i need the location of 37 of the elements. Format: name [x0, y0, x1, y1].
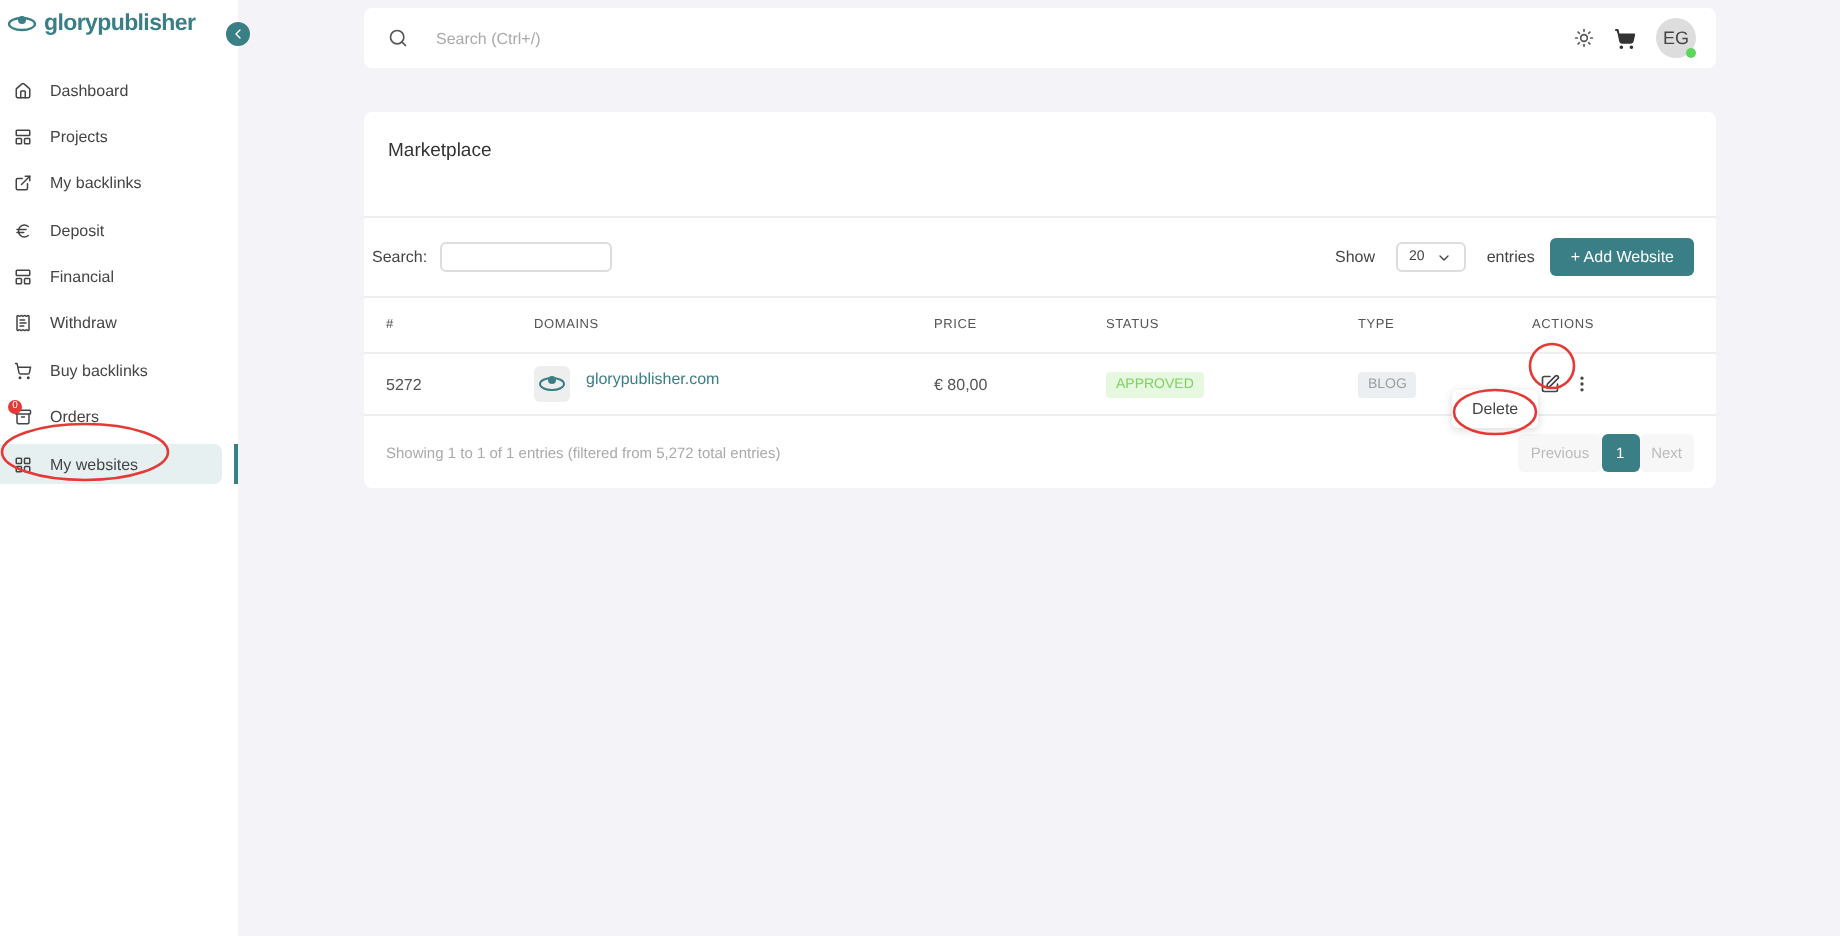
- card-title: Marketplace: [364, 112, 1716, 218]
- layout-icon: [14, 127, 34, 146]
- sidebar-item[interactable]: My websites: [0, 444, 222, 485]
- add-website-button[interactable]: + Add Website: [1550, 238, 1694, 276]
- chevron-left-icon: [230, 26, 246, 42]
- entries-label: entries: [1486, 248, 1535, 266]
- brand-name: glorypublisher: [44, 12, 196, 36]
- grid-icon: [14, 455, 34, 474]
- sidebar-item[interactable]: Projects: [0, 116, 222, 157]
- sidebar-item[interactable]: Buy backlinks: [0, 350, 222, 391]
- table-cell-text: 5272: [386, 375, 424, 393]
- table-cell-text: € 80,00: [934, 375, 990, 393]
- layout-icon: [14, 268, 34, 287]
- sidebar-item[interactable]: Withdraw: [0, 303, 222, 344]
- cart-icon[interactable]: [1614, 27, 1636, 49]
- euro-icon: [14, 221, 34, 240]
- avatar[interactable]: EG: [1656, 18, 1696, 58]
- sidebar-item[interactable]: Dashboard: [0, 70, 222, 110]
- receipt-icon: [14, 314, 34, 333]
- sun-icon[interactable]: [1574, 28, 1594, 48]
- archive-icon: [14, 408, 34, 427]
- sidebar-item[interactable]: Deposit: [0, 210, 222, 251]
- site-logo-icon: [534, 366, 570, 402]
- sidebar-item[interactable]: Financial: [0, 257, 222, 298]
- search-field[interactable]: [439, 242, 612, 272]
- cart-icon: [14, 361, 34, 380]
- search-label: Search:: [372, 248, 428, 266]
- edit-icon[interactable]: [1540, 374, 1560, 394]
- search-icon: [388, 28, 408, 48]
- active-indicator: [234, 444, 238, 485]
- external-link-icon: [14, 174, 34, 193]
- collapse-button[interactable]: [226, 22, 250, 46]
- logo-icon: [8, 14, 36, 34]
- domain-link[interactable]: glorypublisher.com: [586, 369, 720, 387]
- house-icon: [14, 81, 34, 99]
- sidebar-item[interactable]: My backlinks: [0, 163, 222, 204]
- show-label: Show: [1335, 248, 1376, 266]
